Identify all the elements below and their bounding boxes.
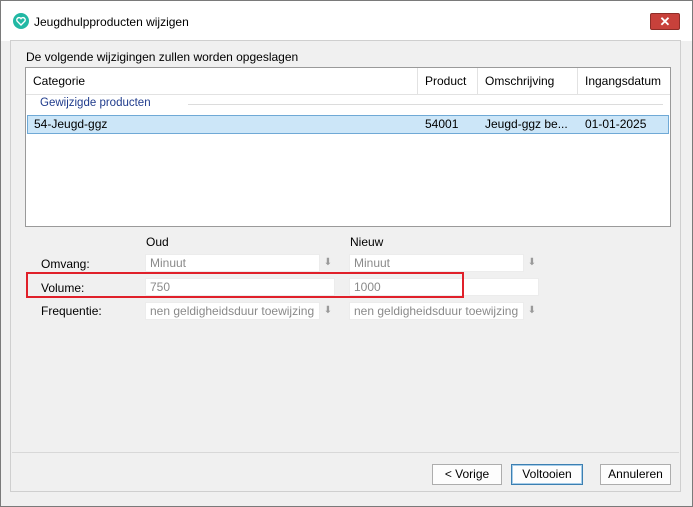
back-button[interactable]: < Vorige bbox=[432, 464, 502, 485]
new-column-label: Nieuw bbox=[350, 235, 384, 249]
frequentie-label: Frequentie: bbox=[41, 304, 102, 318]
dropdown-arrow-icon: ⬇ bbox=[323, 257, 333, 268]
column-header-categorie[interactable]: Categorie bbox=[26, 68, 418, 94]
dropdown-arrow-icon: ⬇ bbox=[527, 305, 537, 316]
cell-omschrijving: Jeugd-ggz be... bbox=[485, 117, 568, 131]
table-row[interactable]: 54-Jeugd-ggz 54001 Jeugd-ggz be... 01-01… bbox=[27, 115, 669, 134]
group-divider bbox=[188, 104, 663, 105]
dropdown-arrow-icon: ⬇ bbox=[323, 305, 333, 316]
cell-ingangsdatum: 01-01-2025 bbox=[585, 117, 647, 131]
cancel-button[interactable]: Annuleren bbox=[600, 464, 671, 485]
close-button[interactable]: ✕ bbox=[650, 13, 680, 30]
dropdown-arrow-icon: ⬇ bbox=[527, 257, 537, 268]
title-bar: Jeugdhulpproducten wijzigen ✕ bbox=[1, 1, 692, 41]
column-header-product[interactable]: Product bbox=[418, 68, 478, 94]
frequentie-new-field: nen geldigheidsduur toewijzing bbox=[349, 302, 524, 320]
table-header: Categorie Product Omschrijving Ingangsda… bbox=[26, 68, 670, 95]
omvang-old-field: Minuut bbox=[145, 254, 320, 272]
intro-text: De volgende wijzigingen zullen worden op… bbox=[26, 50, 299, 64]
column-header-omschrijving[interactable]: Omschrijving bbox=[478, 68, 578, 94]
changes-table: Categorie Product Omschrijving Ingangsda… bbox=[25, 67, 671, 227]
cell-categorie: 54-Jeugd-ggz bbox=[34, 117, 108, 131]
old-column-label: Oud bbox=[146, 235, 169, 249]
footer-divider bbox=[12, 452, 679, 453]
window-title: Jeugdhulpproducten wijzigen bbox=[34, 15, 189, 29]
group-label: Gewijzigde producten bbox=[40, 97, 151, 109]
close-icon: ✕ bbox=[659, 14, 671, 29]
omvang-new-field: Minuut bbox=[349, 254, 524, 272]
finish-button[interactable]: Voltooien bbox=[511, 464, 583, 485]
cell-product: 54001 bbox=[425, 117, 459, 131]
volume-highlight-box bbox=[26, 272, 464, 298]
column-header-ingangsdatum[interactable]: Ingangsdatum bbox=[578, 68, 670, 94]
frequentie-old-field: nen geldigheidsduur toewijzing bbox=[145, 302, 320, 320]
omvang-label: Omvang: bbox=[41, 257, 90, 271]
heart-icon bbox=[13, 13, 29, 29]
